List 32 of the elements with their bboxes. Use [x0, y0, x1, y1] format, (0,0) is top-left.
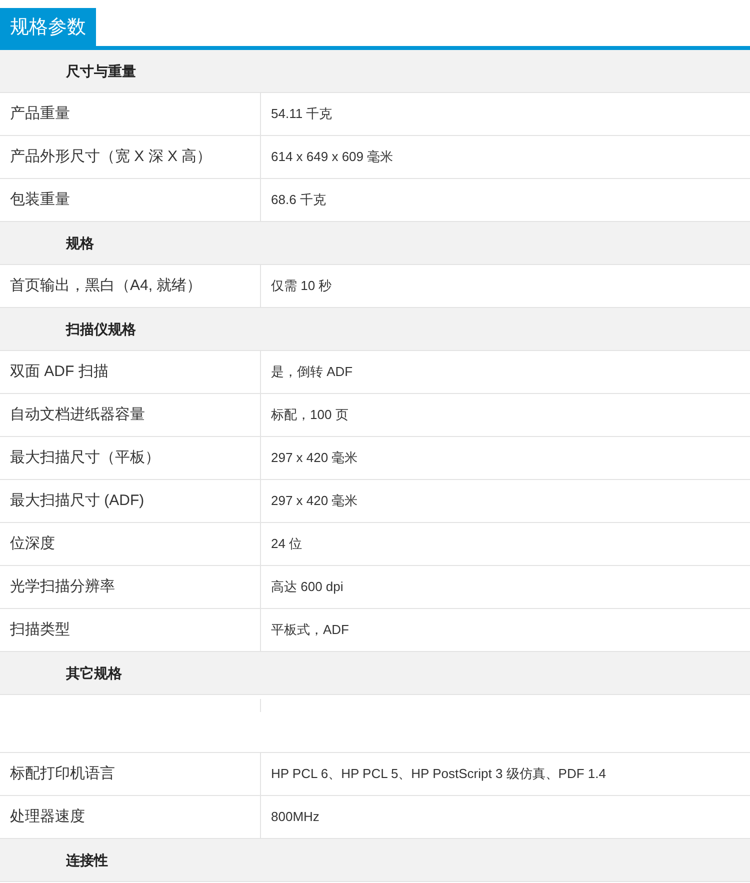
section-title: 尺寸与重量 — [66, 62, 136, 80]
spec-label: 产品重量 — [10, 104, 70, 124]
section-title: 连接性 — [66, 850, 108, 870]
spec-label: 首页输出，黑白（A4, 就绪） — [10, 276, 202, 296]
section-title: 规格 — [66, 234, 94, 252]
spec-label: 产品外形尺寸（宽 X 深 X 高） — [10, 146, 212, 167]
spec-value: 68.6 千克 — [271, 191, 326, 210]
spec-value: 614 x 649 x 609 毫米 — [271, 148, 394, 166]
spec-label: 自动文档进纸器容量 — [10, 404, 145, 425]
spec-label: 最大扫描尺寸 (ADF) — [10, 490, 144, 511]
spec-label: 双面 ADF 扫描 — [10, 362, 108, 382]
spec-value: 仅需 10 秒 — [271, 277, 332, 296]
spec-value: 24 位 — [271, 535, 302, 554]
spec-tab[interactable]: 规格参数 — [0, 8, 96, 46]
section-title: 其它规格 — [66, 664, 122, 682]
spec-label: 最大扫描尺寸（平板） — [10, 448, 160, 468]
spec-value: 297 x 420 毫米 — [271, 449, 358, 468]
spec-value: HP PCL 6、HP PCL 5、HP PostScript 3 级仿真、PDF 1.4 — [271, 765, 606, 784]
section-title: 扫描仪规格 — [66, 320, 136, 338]
spec-value: 平板式，ADF — [271, 621, 349, 640]
spec-label: 包装重量 — [10, 190, 70, 210]
spec-label: 位深度 — [10, 534, 55, 554]
spec-value: 54.11 千克 — [271, 105, 332, 124]
spec-label: 光学扫描分辨率 — [10, 576, 115, 597]
spec-value: 标配，100 页 — [271, 406, 348, 424]
spec-value: 800MHz — [271, 808, 320, 826]
spec-label: 处理器速度 — [10, 806, 85, 827]
spec-value: 是，倒转 ADF — [271, 363, 353, 382]
spec-label: 标配打印机语言 — [10, 764, 115, 784]
spec-value: 297 x 420 毫米 — [271, 492, 358, 510]
spec-label: 扫描类型 — [10, 620, 70, 640]
spec-value: 高达 600 dpi — [271, 578, 344, 596]
